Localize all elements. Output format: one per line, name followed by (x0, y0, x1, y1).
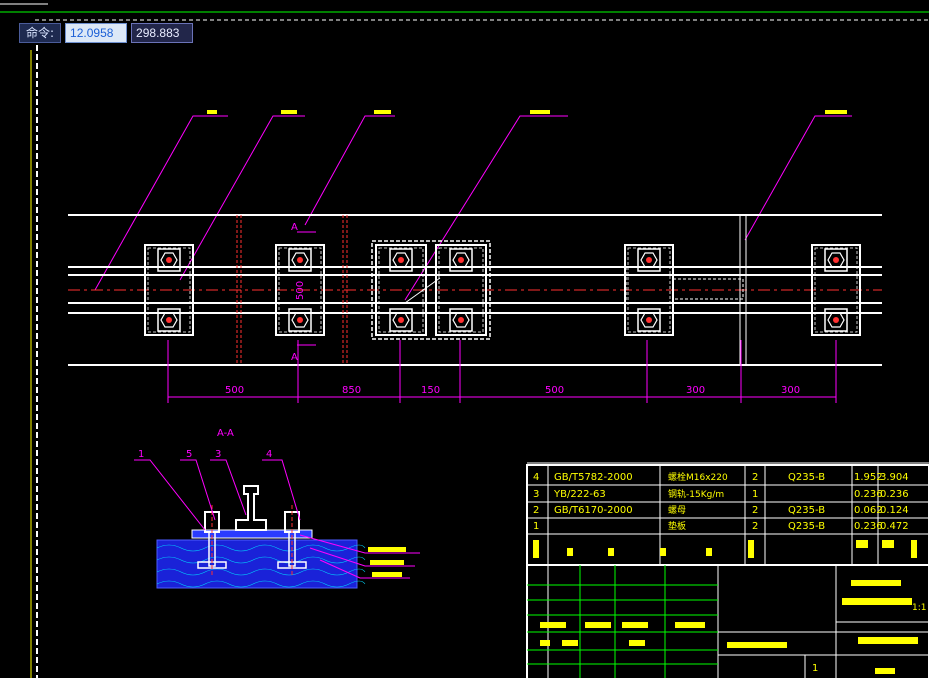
parts-cell-name: 垫板 (668, 520, 686, 532)
x-coordinate-input[interactable]: 12.0958 (65, 23, 128, 43)
bolt-center-icon (833, 317, 839, 323)
bolt-center-icon (398, 317, 404, 323)
parts-cell-qty: 1 (752, 489, 758, 500)
bolt-center-icon (166, 257, 172, 263)
parts-cell-w1: 0.062 (854, 505, 883, 516)
bolt-center-icon (398, 257, 404, 263)
dimension-5: 300 (686, 385, 705, 396)
parts-cell-no: 1 (533, 521, 539, 532)
cut-mark-bottom: A (291, 352, 298, 363)
bolt-center-icon (297, 257, 303, 263)
section-number-3: 3 (215, 449, 221, 460)
vertical-dimension: 500 (295, 281, 306, 300)
section-notes (368, 547, 406, 577)
parts-cell-w2: 0.472 (880, 521, 909, 532)
section-label: A-A (217, 428, 234, 439)
parts-cell-no: 2 (533, 505, 539, 516)
section-number-labels: 1 5 3 4 (138, 449, 272, 460)
title-block-header-glyphs (533, 540, 918, 674)
parts-cell-no: 4 (533, 472, 539, 483)
bolt-center-icon (297, 317, 303, 323)
section-number-1: 1 (138, 449, 144, 460)
parts-cell-std: GB/T6170-2000 (554, 505, 633, 516)
parts-cell-w2: 0.236 (880, 489, 909, 500)
dimension-4: 500 (545, 385, 564, 396)
parts-cell-w2: 0.124 (880, 505, 909, 516)
sheet-scale: 1:1 (912, 603, 926, 613)
section-view (156, 485, 366, 589)
bolt-center-icon (833, 257, 839, 263)
dimension-values: 500 850 150 500 300 300 (225, 385, 800, 396)
y-coordinate-input[interactable]: 298.883 (131, 23, 194, 43)
parts-cell-mat: Q235-B (788, 521, 825, 532)
leader-tags (207, 110, 847, 114)
title-block-grid (527, 565, 718, 678)
parts-cell-std: GB/T5782-2000 (554, 472, 633, 483)
parts-cell-w2: 3.904 (880, 472, 909, 483)
parts-cell-qty: 2 (752, 472, 758, 483)
parts-cell-w1: 0.236 (854, 489, 883, 500)
parts-cell-name: 钢轨-15Kg/m (668, 488, 724, 500)
dimension-3: 150 (421, 385, 440, 396)
bolt-center-icon (166, 317, 172, 323)
dimension-line (167, 340, 837, 403)
section-number-4: 4 (266, 449, 272, 460)
parts-cell-mat: Q235-B (788, 505, 825, 516)
sheet-number: 1 (812, 663, 818, 674)
cad-drawing-canvas[interactable]: A A 500 500 850 150 500 300 300 A-A 1 5 … (0, 0, 929, 678)
command-label: 命令: (19, 23, 62, 43)
bolt-center-icon (458, 317, 464, 323)
parts-cell-std: YB/222-63 (553, 489, 606, 500)
parts-cell-name: 螺栓M16x220 (668, 471, 728, 483)
bolt-center-icon (646, 257, 652, 263)
parts-cell-qty: 2 (752, 521, 758, 532)
section-number-5: 5 (186, 449, 192, 460)
parts-cell-mat: Q235-B (788, 472, 825, 483)
dimension-1: 500 (225, 385, 244, 396)
section-cut-marks: A A 500 (291, 222, 316, 363)
parts-cell-w1: 0.236 (854, 521, 883, 532)
leader-lines (94, 115, 852, 301)
sheet-border (0, 3, 929, 678)
parts-cell-no: 3 (533, 489, 539, 500)
command-bar: 命令: 12.0958 298.883 (19, 23, 194, 43)
parts-cell-w1: 1.952 (854, 472, 883, 483)
cut-mark-top: A (291, 222, 298, 233)
dimension-2: 850 (342, 385, 361, 396)
bolt-center-icon (458, 257, 464, 263)
parts-cell-name: 螺母 (668, 505, 686, 516)
dimension-6: 300 (781, 385, 800, 396)
parts-cell-qty: 2 (752, 505, 758, 516)
bolt-center-icon (646, 317, 652, 323)
